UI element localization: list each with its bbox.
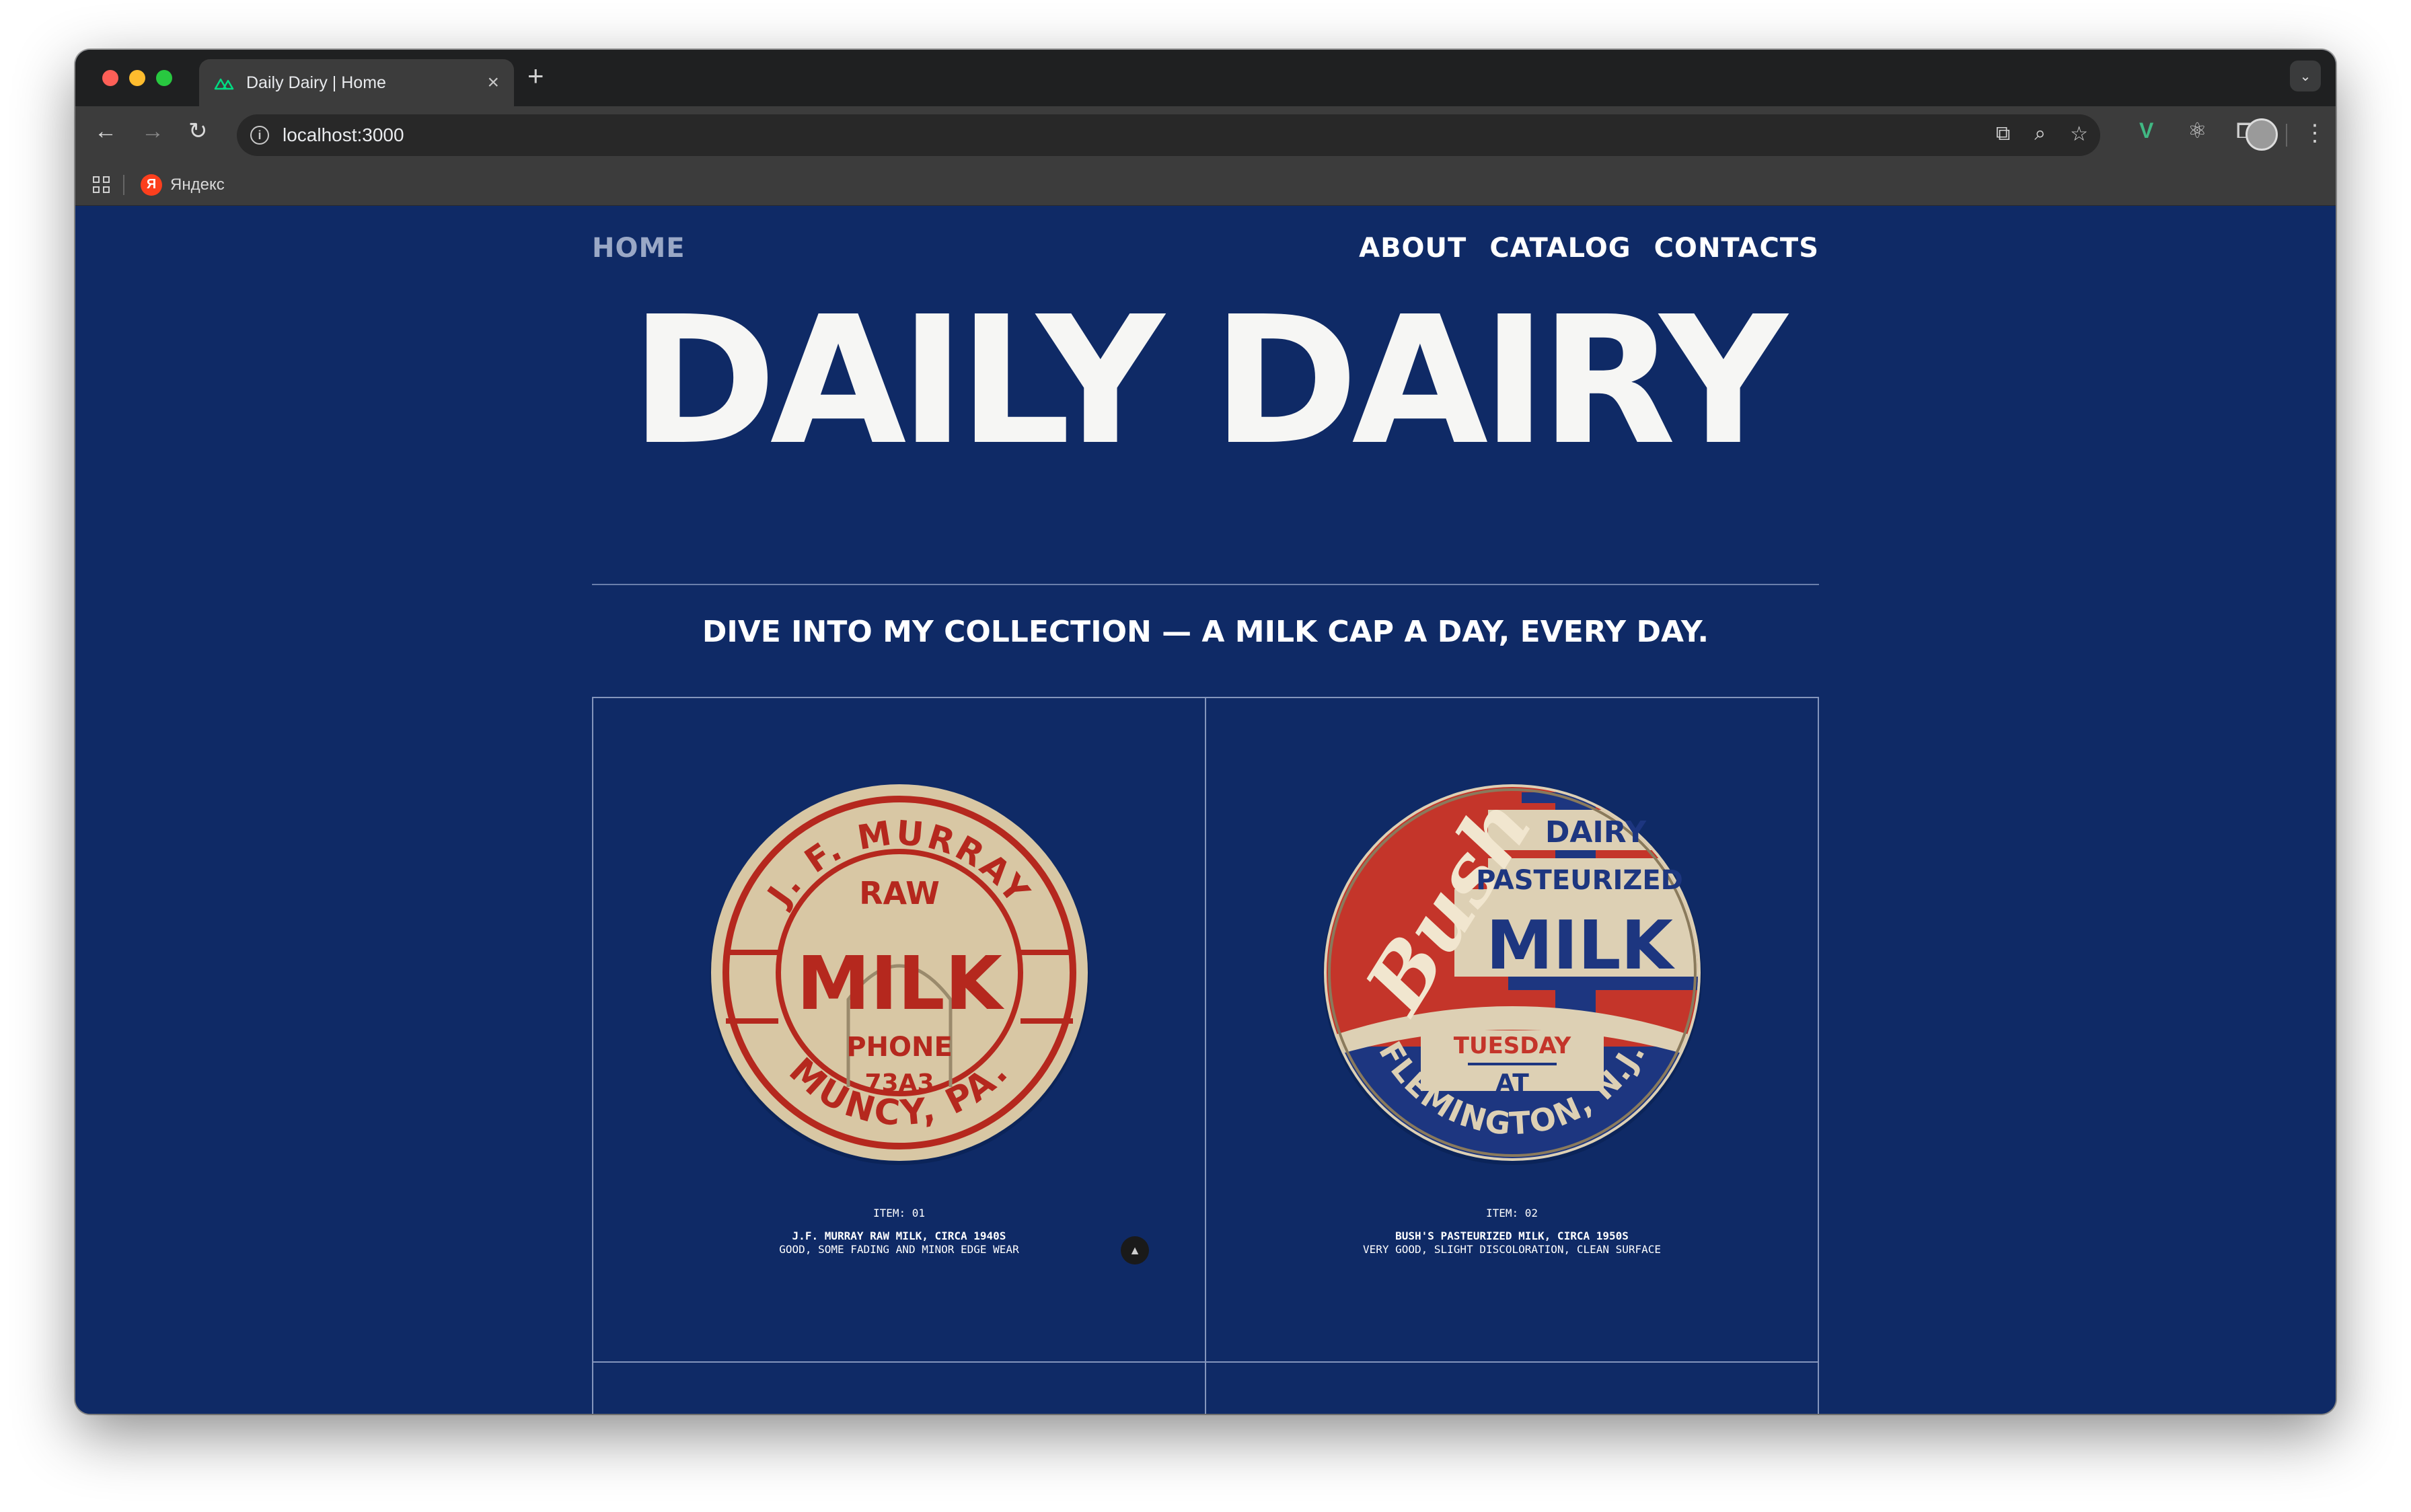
- page-container: HOME ABOUT CATALOG CONTACTS DAILY DAIRY …: [592, 206, 1819, 1414]
- collection-grid: J. F. MURRAY RAW MILK PHONE 73A3 MUNCY, …: [592, 697, 1819, 1414]
- card-meta: ITEM: 01 J.F. MURRAY RAW MILK, CIRCA 194…: [593, 1207, 1205, 1256]
- nuxt-icon: [214, 78, 234, 90]
- vue-devtools-icon[interactable]: V: [2139, 120, 2153, 141]
- site-nav: HOME ABOUT CATALOG CONTACTS: [592, 233, 1819, 273]
- collection-card[interactable]: [593, 1363, 1206, 1414]
- url-text: localhost:3000: [283, 124, 404, 145]
- item-number: ITEM: 02: [1485, 1207, 1538, 1219]
- yandex-icon: Я: [141, 174, 162, 196]
- apps-grid-icon[interactable]: [93, 176, 110, 193]
- collection-card[interactable]: J. F. MURRAY RAW MILK PHONE 73A3 MUNCY, …: [593, 698, 1206, 1363]
- item-name: J.F. MURRAY RAW MILK, CIRCA 1940S: [792, 1230, 1006, 1242]
- nav-links: ABOUT CATALOG CONTACTS: [1359, 233, 1819, 264]
- minimize-window-button[interactable]: [129, 70, 145, 86]
- browser-tab[interactable]: Daily Dairy | Home ×: [199, 59, 514, 106]
- nav-about-link[interactable]: ABOUT: [1359, 233, 1467, 264]
- cap-sub-text: RAW: [859, 875, 940, 911]
- tab-strip: Daily Dairy | Home × + ⌄: [75, 50, 2336, 106]
- collection-card[interactable]: Bush DAIRY PASTEURIZED MILK TUESDAY AT F…: [1206, 698, 1819, 1363]
- nav-contacts-link[interactable]: CONTACTS: [1654, 233, 1819, 264]
- zoom-icon[interactable]: ⌕: [2034, 122, 2046, 146]
- site-title: DAILY DAIRY: [630, 278, 1787, 484]
- browser-window: Daily Dairy | Home × + ⌄ ← → ↻ i localho…: [75, 50, 2336, 1414]
- profile-avatar[interactable]: [2246, 118, 2278, 151]
- toolbar-divider: [2286, 124, 2287, 147]
- collection-card[interactable]: [1206, 1363, 1819, 1414]
- close-window-button[interactable]: [102, 70, 118, 86]
- card-meta: ITEM: 02 BUSH'S PASTEURIZED MILK, CIRCA …: [1206, 1207, 1818, 1256]
- item-condition: VERY GOOD, SLIGHT DISCOLORATION, CLEAN S…: [1362, 1243, 1662, 1256]
- close-tab-icon[interactable]: ×: [487, 73, 499, 93]
- nuxt-devtools-icon[interactable]: ▲: [1121, 1236, 1149, 1264]
- item-number: ITEM: 01: [873, 1207, 926, 1219]
- item-condition: GOOD, SOME FADING AND MINOR EDGE WEAR: [779, 1243, 1019, 1256]
- reload-icon[interactable]: ↻: [188, 120, 208, 143]
- address-bar[interactable]: i localhost:3000 ⧉ ⌕ ☆: [237, 114, 2100, 156]
- translate-icon[interactable]: ⧉: [1996, 122, 2010, 146]
- site-info-icon[interactable]: i: [250, 126, 269, 145]
- cap-dairy-text: DAIRY: [1545, 815, 1646, 849]
- maximize-window-button[interactable]: [156, 70, 172, 86]
- milk-cap-image: J. F. MURRAY RAW MILK PHONE 73A3 MUNCY, …: [709, 784, 1089, 1165]
- cap-day-text: TUESDAY: [1453, 1032, 1571, 1059]
- tagline: DIVE INTO MY COLLECTION — A MILK CAP A D…: [702, 615, 1709, 649]
- bookmarks-bar: Я Яндекс: [75, 164, 2336, 206]
- browser-toolbar: ← → ↻ i localhost:3000 ⧉ ⌕ ☆ V ⚛ ⧠ ⋮: [75, 106, 2336, 164]
- nav-catalog-link[interactable]: CATALOG: [1489, 233, 1631, 264]
- cap-phone-text: PHONE: [846, 1032, 953, 1063]
- tab-title: Daily Dairy | Home: [246, 73, 386, 92]
- milk-cap-image: Bush DAIRY PASTEURIZED MILK TUESDAY AT F…: [1322, 782, 1702, 1165]
- tab-search-button[interactable]: ⌄: [2290, 61, 2321, 91]
- item-name: BUSH'S PASTEURIZED MILK, CIRCA 1950S: [1395, 1230, 1629, 1242]
- bookmark-star-icon[interactable]: ☆: [2070, 122, 2088, 146]
- web-page: HOME ABOUT CATALOG CONTACTS DAILY DAIRY …: [75, 206, 2336, 1414]
- cap-main-text: MILK: [796, 940, 1004, 1026]
- cap-at-text: AT: [1495, 1069, 1529, 1097]
- bookmark-yandex[interactable]: Яндекс: [170, 176, 225, 194]
- nav-home-link[interactable]: HOME: [592, 233, 685, 264]
- bookmarks-divider: [123, 174, 124, 195]
- new-tab-button[interactable]: +: [527, 62, 544, 90]
- menu-icon[interactable]: ⋮: [2303, 120, 2326, 147]
- react-devtools-icon[interactable]: ⚛: [2188, 120, 2207, 141]
- forward-icon[interactable]: →: [141, 120, 164, 143]
- cap-pasteurized-text: PASTEURIZED: [1476, 865, 1683, 896]
- back-icon[interactable]: ←: [94, 120, 117, 143]
- cap-main-text: MILK: [1486, 906, 1675, 985]
- title-divider: [592, 584, 1819, 585]
